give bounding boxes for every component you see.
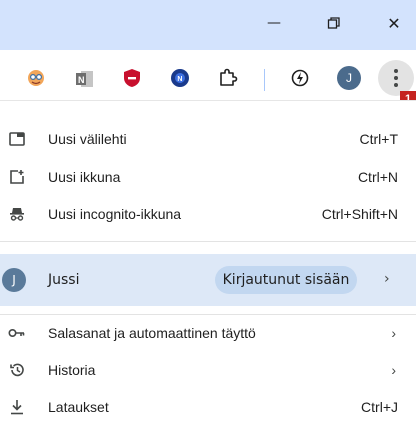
restore-button[interactable] [314,6,354,40]
menu-item-label: Uusi incognito-ikkuna [48,205,182,222]
chevron-right-icon: › [391,324,396,341]
incognito-icon [8,205,26,223]
shield-extension-icon[interactable] [122,68,142,88]
history-icon [8,361,26,379]
menu-item-shortcut: Ctrl+T [359,130,399,147]
new-tab-icon [8,130,26,148]
puzzle-icon[interactable] [218,68,238,88]
menu-item-shortcut: Ctrl+N [357,168,398,185]
svg-text:N: N [78,75,85,85]
menu-item-label: Salasanat ja automaattinen täyttö [48,324,256,341]
close-icon: ✕ [387,13,401,33]
menu-item-shortcut: Ctrl+Shift+N [321,205,398,222]
profile-avatar-button[interactable]: J [337,66,361,90]
avatar-initial: J [12,273,16,287]
menu-item-label: Lataukset [48,398,109,415]
toolbar-separator [264,69,265,91]
menu-divider [0,241,416,242]
menu-item-new-incognito[interactable]: Uusi incognito-ikkuna Ctrl+Shift+N [0,195,416,232]
performance-icon[interactable] [290,68,310,88]
profile-name: Jussi [48,272,80,288]
kebab-dot [394,83,398,87]
download-icon [8,398,26,416]
svg-text:N: N [177,76,182,83]
menu-item-new-tab[interactable]: Uusi välilehti Ctrl+T [0,120,416,157]
key-icon [8,324,26,342]
minimize-icon: — [267,15,281,31]
blue-badge-extension-icon[interactable]: N [170,68,190,88]
close-button[interactable]: ✕ [374,6,414,40]
menu-item-passwords[interactable]: Salasanat ja automaattinen täyttö › [0,314,416,351]
status-label: Kirjautunut sisään [222,272,350,288]
minimize-button[interactable]: — [254,6,294,40]
chevron-right-icon: › [391,361,396,378]
kebab-dot [394,69,398,73]
profile-avatar: J [2,268,26,292]
profile-row[interactable]: J Jussi Kirjautunut sisään › [0,254,416,306]
menu-item-downloads[interactable]: Lataukset Ctrl+J [0,388,416,425]
avatar-initial: J [346,71,352,85]
menu-item-label: Uusi välilehti [48,130,127,147]
title-bar: — ✕ [0,0,416,50]
onenote-extension-icon[interactable]: N [75,69,95,89]
restore-icon [327,17,340,29]
kebab-dot [394,76,398,80]
menu-item-new-window[interactable]: Uusi ikkuna Ctrl+N [0,158,416,195]
new-window-icon [8,168,26,186]
menu-item-history[interactable]: Historia › [0,351,416,388]
signed-in-status[interactable]: Kirjautunut sisään [215,266,357,294]
avatar-extension-icon[interactable] [26,68,46,88]
chevron-right-icon: › [384,271,390,287]
menu-item-shortcut: Ctrl+J [361,398,398,415]
menu-item-label: Uusi ikkuna [48,168,121,185]
menu-item-label: Historia [48,361,96,378]
